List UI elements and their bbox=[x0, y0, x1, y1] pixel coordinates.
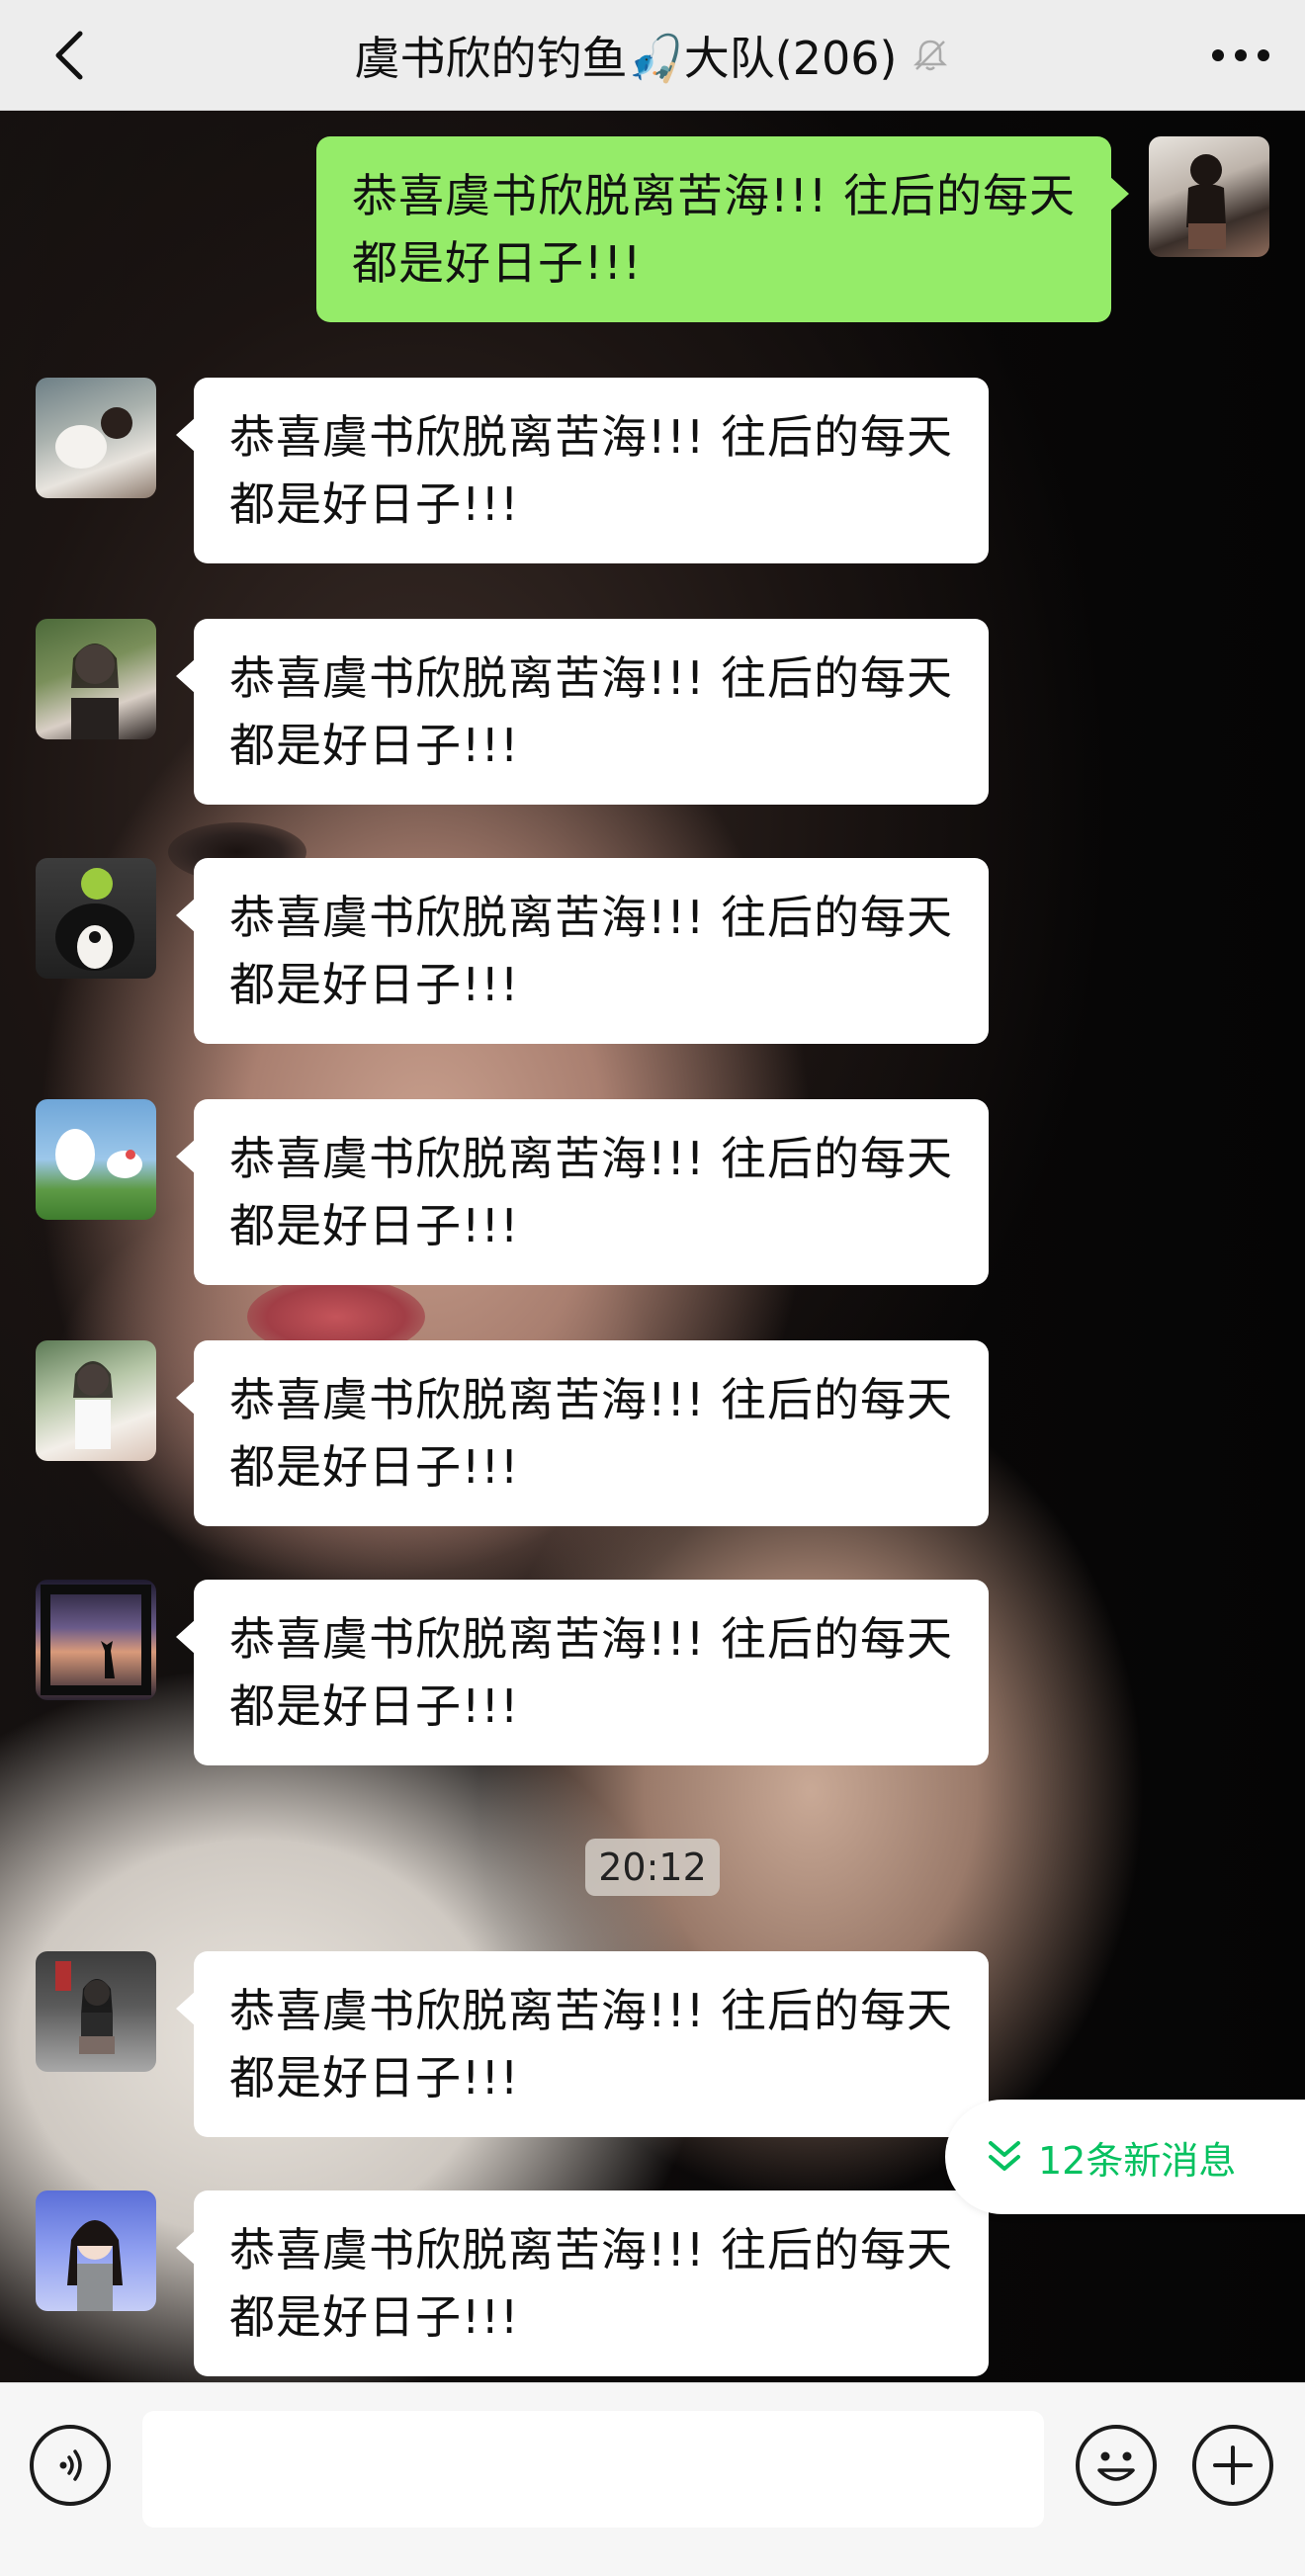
message-bubble-incoming[interactable]: 恭喜虞书欣脱离苦海!!! 往后的每天 都是好日子!!! bbox=[176, 378, 989, 563]
avatar-person-icon bbox=[55, 1961, 115, 2054]
chat-title: 虞书欣的钓鱼🎣大队(206) bbox=[354, 32, 898, 85]
member-avatar[interactable] bbox=[36, 1099, 156, 1220]
avatar-dog-apple-icon bbox=[55, 868, 134, 971]
member-avatar[interactable] bbox=[36, 1580, 156, 1700]
chevron-left-icon bbox=[55, 31, 83, 80]
more-options-button[interactable] bbox=[1206, 26, 1275, 85]
message-text-line: 都是好日子!!! bbox=[229, 477, 520, 531]
member-avatar[interactable] bbox=[36, 378, 156, 498]
back-button[interactable] bbox=[40, 26, 99, 85]
double-chevron-down-icon bbox=[989, 2141, 1020, 2171]
avatar-cat-sunset-icon bbox=[41, 1585, 151, 1695]
message-text-line: 恭喜虞书欣脱离苦海!!! 往后的每天 bbox=[229, 891, 953, 944]
plus-icon bbox=[1213, 2446, 1253, 2485]
message-text-line: 恭喜虞书欣脱离苦海!!! 往后的每天 bbox=[229, 1612, 953, 1666]
message-text-line: 恭喜虞书欣脱离苦海!!! 往后的每天 bbox=[229, 1984, 953, 2037]
avatar-dog-icon bbox=[55, 407, 132, 469]
message-bubble-incoming[interactable]: 恭喜虞书欣脱离苦海!!! 往后的每天 都是好日子!!! bbox=[176, 1099, 989, 1285]
message-bubble-incoming[interactable]: 恭喜虞书欣脱离苦海!!! 往后的每天 都是好日子!!! bbox=[176, 1580, 989, 1765]
chat-header: 虞书欣的钓鱼🎣大队(206) bbox=[0, 0, 1305, 111]
message-text-line: 都是好日子!!! bbox=[229, 719, 520, 772]
more-functions-button[interactable] bbox=[1192, 2425, 1273, 2506]
voice-icon bbox=[59, 2449, 82, 2481]
message-text-line: 恭喜虞书欣脱离苦海!!! 往后的每天 bbox=[229, 1132, 953, 1185]
message-text-line: 都是好日子!!! bbox=[229, 2290, 520, 2344]
message-bubble-incoming[interactable]: 恭喜虞书欣脱离苦海!!! 往后的每天 都是好日子!!! bbox=[176, 1951, 989, 2137]
member-avatar[interactable] bbox=[36, 1340, 156, 1461]
message-text-line: 都是好日子!!! bbox=[229, 958, 520, 1011]
message-text-line: 恭喜虞书欣脱离苦海!!! 往后的每天 bbox=[229, 651, 953, 705]
member-avatar[interactable] bbox=[36, 858, 156, 979]
message-text-line: 都是好日子!!! bbox=[229, 1679, 520, 1733]
more-dots-icon bbox=[1212, 49, 1269, 61]
message-text-line: 都是好日子!!! bbox=[229, 2051, 520, 2104]
member-avatar[interactable] bbox=[36, 619, 156, 739]
message-bubble-incoming[interactable]: 恭喜虞书欣脱离苦海!!! 往后的每天 都是好日子!!! bbox=[176, 858, 989, 1044]
message-bubble-incoming[interactable]: 恭喜虞书欣脱离苦海!!! 往后的每天 都是好日子!!! bbox=[176, 2190, 989, 2376]
emoji-icon bbox=[1097, 2451, 1135, 2481]
self-avatar[interactable] bbox=[1149, 136, 1269, 257]
avatar-person-icon bbox=[73, 1361, 113, 1449]
bell-off-icon bbox=[914, 40, 948, 71]
message-text-line: 恭喜虞书欣脱离苦海!!! 往后的每天 bbox=[229, 410, 953, 464]
message-bubble-incoming[interactable]: 恭喜虞书欣脱离苦海!!! 往后的每天 都是好日子!!! bbox=[176, 619, 989, 805]
member-avatar[interactable] bbox=[36, 1951, 156, 2072]
message-input[interactable] bbox=[142, 2411, 1044, 2528]
avatar-person-icon bbox=[67, 2220, 123, 2311]
new-messages-label: 12条新消息 bbox=[1038, 2138, 1237, 2183]
message-text-line: 恭喜虞书欣脱离苦海!!! 往后的每天 bbox=[229, 1373, 953, 1426]
message-text-line: 都是好日子!!! bbox=[229, 1199, 520, 1252]
avatar-figure-icon bbox=[1186, 154, 1226, 249]
message-text-line: 恭喜虞书欣脱离苦海!!! 往后的每天 bbox=[229, 2223, 953, 2276]
voice-button[interactable] bbox=[30, 2425, 111, 2506]
avatar-person-icon bbox=[71, 644, 119, 739]
new-messages-button[interactable]: 12条新消息 bbox=[945, 2100, 1305, 2214]
message-bubble-incoming[interactable]: 恭喜虞书欣脱离苦海!!! 往后的每天 都是好日子!!! bbox=[176, 1340, 989, 1526]
emoji-button[interactable] bbox=[1076, 2425, 1157, 2506]
input-bar bbox=[0, 2382, 1305, 2576]
chat-title-area[interactable]: 虞书欣的钓鱼🎣大队(206) bbox=[198, 0, 1107, 111]
message-text-line: 都是好日子!!! bbox=[229, 1440, 520, 1494]
message-text-line: 都是好日子!!! bbox=[352, 236, 643, 290]
time-divider: 20:12 bbox=[585, 1839, 720, 1896]
avatar-cartoon-icon bbox=[55, 1129, 142, 1180]
message-bubble-outgoing[interactable]: 恭喜虞书欣脱离苦海!!! 往后的每天 都是好日子!!! bbox=[316, 136, 1129, 322]
message-text-line: 恭喜虞书欣脱离苦海!!! 往后的每天 bbox=[352, 169, 1076, 222]
member-avatar[interactable] bbox=[36, 2190, 156, 2311]
